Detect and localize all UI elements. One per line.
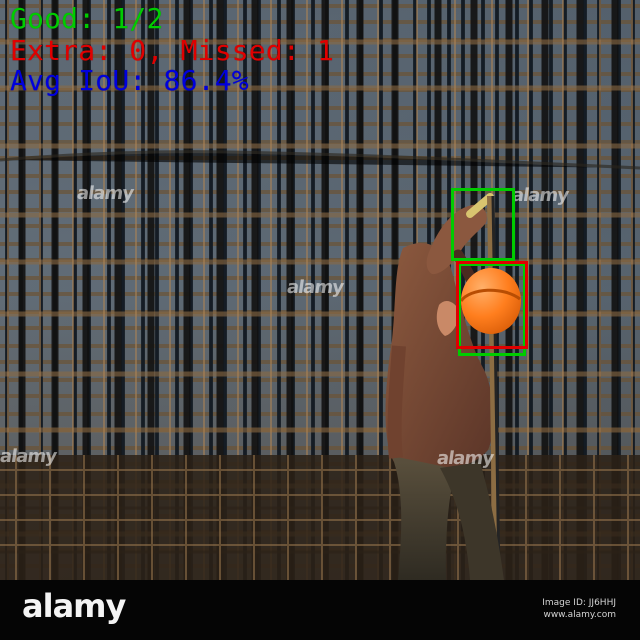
prediction-box <box>456 261 528 349</box>
alamy-logo: alamy <box>22 587 126 625</box>
watermark-text: alamy <box>0 446 58 467</box>
watermark-text: alamy <box>75 183 135 204</box>
watermark-text: alamy <box>435 448 495 469</box>
average-iou: Avg IoU: 86.4% <box>10 64 249 97</box>
good-summary: Good: 1/2 <box>10 2 164 35</box>
stock-image-id: Image ID: JJ6HHJ <box>542 598 616 608</box>
ground-truth-box <box>451 188 515 261</box>
stock-image-url: www.alamy.com <box>543 610 616 620</box>
watermark-text: alamy <box>510 185 570 206</box>
detection-screenshot: alamy alamy alamy alamy alamy Good: 1/2 … <box>0 0 640 640</box>
missed-summary: Extra: 0, Missed: 1 <box>10 34 335 67</box>
watermark-text: alamy <box>285 277 345 298</box>
